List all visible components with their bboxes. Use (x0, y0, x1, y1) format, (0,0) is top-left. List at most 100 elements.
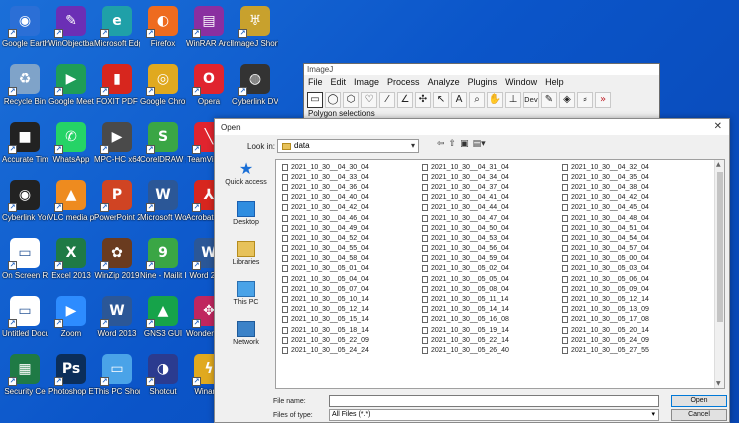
file-item[interactable]: 2021_10_30__05_17_08 (562, 315, 702, 325)
desktop-icon[interactable]: ■↗Accurate Times (2, 122, 48, 176)
desktop-icon[interactable]: ◎↗Google Chrome (140, 64, 186, 118)
hand-tool-icon[interactable]: ✋ (487, 91, 503, 108)
look-in-dropdown[interactable]: data ▾ (277, 139, 419, 153)
file-item[interactable]: 2021_10_30__05_22_14 (422, 335, 562, 345)
wand-tool-icon[interactable]: ↖ (433, 91, 449, 108)
file-item[interactable]: 2021_10_30__04_47_04 (422, 213, 562, 223)
desktop-icon[interactable]: ▲ ↗ GNS3 GUI (140, 296, 186, 350)
desktop-icon[interactable]: Ps↗Photoshop Elements (48, 354, 94, 408)
file-item[interactable]: 2021_10_30__05_10_14 (282, 294, 422, 304)
file-item[interactable]: 2021_10_30__04_35_04 (562, 172, 702, 182)
file-item[interactable]: 2021_10_30__04_34_04 (422, 172, 562, 182)
file-item[interactable]: 2021_10_30__05_03_04 (562, 264, 702, 274)
file-item[interactable]: 2021_10_30__05_04_04 (282, 274, 422, 284)
file-item[interactable]: 2021_10_30__05_22_09 (282, 335, 422, 345)
file-item[interactable]: 2021_10_30__04_59_04 (422, 254, 562, 264)
desktop-icon[interactable]: ◉↗Cyberlink YouCam 5 (2, 180, 48, 234)
menu-edit[interactable]: Edit (331, 75, 347, 90)
polygon-tool-icon[interactable]: ⬡ (343, 91, 359, 108)
fill-tool-icon[interactable]: ◈ (559, 91, 575, 108)
desktop-icon[interactable]: 9↗Nine - Mailit Ins (140, 238, 186, 292)
desktop-icon[interactable]: ♅↗ImageJ Shortcut (232, 6, 278, 60)
file-item[interactable]: 2021_10_30__04_52_04 (282, 233, 422, 243)
new-folder-icon[interactable]: ▣ (460, 139, 469, 149)
file-item[interactable]: 2021_10_30__05_18_14 (282, 325, 422, 335)
file-item[interactable]: 2021_10_30__04_32_04 (562, 162, 702, 172)
menu-process[interactable]: Process (387, 75, 420, 90)
cancel-button[interactable]: Cancel (671, 409, 727, 421)
more-tools-icon[interactable]: » (595, 91, 611, 108)
vertical-scrollbar[interactable]: ▲ ▼ (714, 160, 724, 388)
oval-tool-icon[interactable]: ◯ (325, 91, 341, 108)
view-menu-icon[interactable]: ▤▾ (473, 139, 486, 149)
file-item[interactable]: 2021_10_30__05_11_14 (422, 294, 562, 304)
file-item[interactable]: 2021_10_30__05_06_04 (562, 274, 702, 284)
file-item[interactable]: 2021_10_30__05_12_14 (282, 305, 422, 315)
desktop-icon[interactable]: ✎↗WinObjectbat 15 (48, 6, 94, 60)
desktop-icon[interactable]: ▭↗Untitled Document (2, 296, 48, 350)
file-item[interactable]: 2021_10_30__05_15_14 (282, 315, 422, 325)
scrollbar-thumb[interactable] (717, 172, 723, 322)
file-item[interactable]: 2021_10_30__04_50_04 (422, 223, 562, 233)
file-item[interactable]: 2021_10_30__05_08_04 (422, 284, 562, 294)
file-item[interactable]: 2021_10_30__04_42_04 (562, 193, 702, 203)
file-item[interactable]: 2021_10_30__04_53_04 (422, 233, 562, 243)
freehand-tool-icon[interactable]: ♡ (361, 91, 377, 108)
desktop-icon[interactable]: S↗CorelDRAW 2019 (64-Bit) (140, 122, 186, 176)
file-item[interactable]: 2021_10_30__04_54_04 (562, 233, 702, 243)
line-tool-icon[interactable]: ⁄ (379, 91, 395, 108)
file-item[interactable]: 2021_10_30__05_07_04 (282, 284, 422, 294)
angle-tool-icon[interactable]: ∠ (397, 91, 413, 108)
place-desktop[interactable]: Desktop (221, 201, 271, 235)
scroll-up-icon[interactable]: ▲ (716, 161, 721, 168)
close-icon[interactable]: ✕ (714, 121, 722, 132)
desktop-icon[interactable]: ◐ ↗ Firefox (140, 6, 186, 60)
file-item[interactable]: 2021_10_30__04_38_04 (562, 182, 702, 192)
file-item[interactable]: 2021_10_30__05_16_08 (422, 315, 562, 325)
brush-tool-icon[interactable]: ⸗ (577, 91, 593, 108)
menu-image[interactable]: Image (354, 75, 379, 90)
desktop-icon[interactable]: ▶ ↗ Google Meet (48, 64, 94, 118)
desktop-icon[interactable]: ▭↗This PC Shortcut (94, 354, 140, 408)
place-network[interactable]: Network (221, 321, 271, 355)
menu-analyze[interactable]: Analyze (428, 75, 460, 90)
scroll-down-icon[interactable]: ▼ (716, 380, 721, 387)
desktop-icon[interactable]: ♻ ↗ Recycle Bin (2, 64, 48, 118)
back-icon[interactable]: ⇦ (437, 139, 445, 149)
rectangle-tool-icon[interactable]: ▭ (307, 91, 323, 108)
open-button[interactable]: Open (671, 395, 727, 407)
file-item[interactable]: 2021_10_30__04_42_04 (282, 203, 422, 213)
file-item[interactable]: 2021_10_30__04_30_04 (282, 162, 422, 172)
dropper-tool-icon[interactable]: ⊥ (505, 91, 521, 108)
file-item[interactable]: 2021_10_30__05_09_04 (562, 284, 702, 294)
place-quick-access[interactable]: ★ Quick access (221, 161, 271, 195)
file-item[interactable]: 2021_10_30__05_24_24 (282, 345, 422, 355)
file-name-input[interactable] (329, 395, 659, 407)
desktop-icon[interactable]: ▭↗On Screen Recorder (2, 238, 48, 292)
file-item[interactable]: 2021_10_30__05_24_09 (562, 335, 702, 345)
file-item[interactable]: 2021_10_30__04_49_04 (282, 223, 422, 233)
desktop-icon[interactable]: ▲↗VLC media player (48, 180, 94, 234)
zoom-tool-icon[interactable]: ⌕ (469, 91, 485, 108)
file-item[interactable]: 2021_10_30__05_14_14 (422, 305, 562, 315)
file-item[interactable]: 2021_10_30__04_37_04 (422, 182, 562, 192)
file-item[interactable]: 2021_10_30__05_13_09 (562, 305, 702, 315)
dev-tool-icon[interactable]: Dev (523, 91, 539, 108)
desktop-icon[interactable]: X ↗ Excel 2013 (48, 238, 94, 292)
file-item[interactable]: 2021_10_30__04_41_04 (422, 193, 562, 203)
file-item[interactable]: 2021_10_30__05_19_14 (422, 325, 562, 335)
file-item[interactable]: 2021_10_30__04_56_04 (422, 244, 562, 254)
file-item[interactable]: 2021_10_30__04_46_04 (282, 213, 422, 223)
file-item[interactable]: 2021_10_30__04_40_04 (282, 193, 422, 203)
file-item[interactable]: 2021_10_30__04_45_04 (562, 203, 702, 213)
file-item[interactable]: 2021_10_30__04_58_04 (282, 254, 422, 264)
file-item[interactable]: 2021_10_30__04_51_04 (562, 223, 702, 233)
file-item[interactable]: 2021_10_30__05_12_14 (562, 294, 702, 304)
desktop-icon[interactable]: ✿ ↗ WinZip 2019 (94, 238, 140, 292)
file-item[interactable]: 2021_10_30__05_26_40 (422, 345, 562, 355)
desktop-icon[interactable]: W ↗ Word 2013 (94, 296, 140, 350)
desktop-icon[interactable]: ▮ ↗ FOXIT PDF (94, 64, 140, 118)
place-libraries[interactable]: Libraries (221, 241, 271, 275)
desktop-icon[interactable]: ◉↗Google Earth Pro (2, 6, 48, 60)
desktop-icon[interactable]: O ↗ Opera (186, 64, 232, 118)
